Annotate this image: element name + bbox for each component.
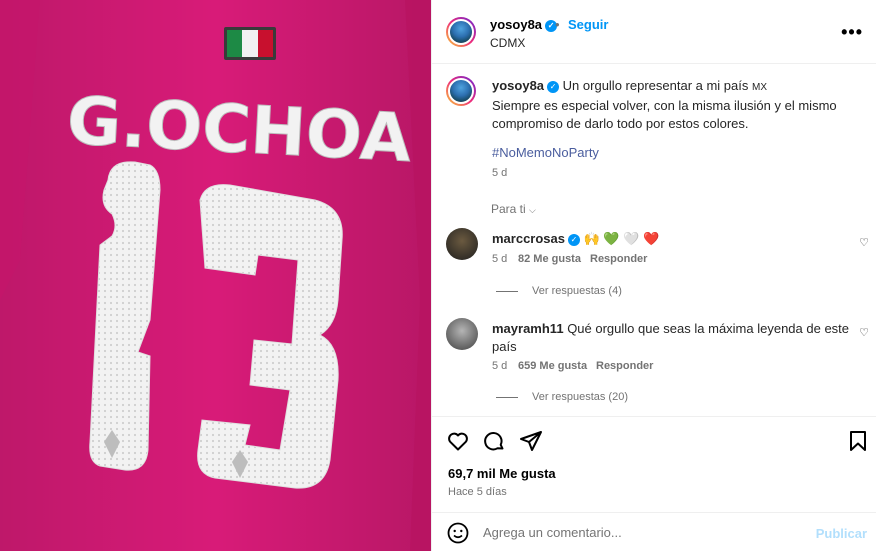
author-username[interactable]: yosoy8a ✓ (490, 17, 558, 32)
comment-text: 🙌 💚 🤍 ❤️ (583, 231, 660, 246)
post-panel: yosoy8a ✓ • Seguir CDMX ••• yosoy8a ✓ Un o… (431, 0, 876, 551)
comment-icon[interactable] (482, 429, 506, 453)
like-comment-icon[interactable]: ♡ (859, 236, 869, 249)
more-options-icon[interactable]: ••• (841, 22, 863, 43)
comments-scroll[interactable]: yosoy8a ✓ Un orgullo representar a mi paí… (432, 64, 876, 416)
comment-input[interactable] (483, 525, 783, 540)
verified-icon: ✓ (547, 80, 560, 93)
view-replies-button[interactable]: Ver respuestas (20) (496, 391, 628, 403)
view-replies-button[interactable]: Ver respuestas (4) (496, 285, 622, 297)
comment: mayramh11 Qué orgullo que seas la máxima… (492, 320, 852, 356)
save-icon[interactable] (846, 429, 870, 453)
post-comment-button[interactable]: Publicar (816, 526, 867, 541)
verified-icon: ✓ (568, 233, 580, 246)
post-image[interactable]: G.OCHOA 13 (0, 0, 431, 551)
comment-time: 5 d (492, 253, 508, 265)
location-link[interactable]: CDMX (490, 36, 525, 50)
caption-line1: Un orgullo representar a mi país (562, 78, 749, 93)
likes-count[interactable]: 69,7 mil Me gusta (448, 466, 556, 481)
post-header: yosoy8a ✓ • Seguir CDMX ••• (432, 0, 876, 64)
hashtag-link[interactable]: #NoMemoNoParty (492, 145, 599, 160)
reply-button[interactable]: Responder (590, 253, 647, 265)
comment-username[interactable]: mayramh11 (492, 321, 564, 336)
follow-button[interactable]: Seguir (568, 17, 608, 32)
comment: marccrosas ✓ 🙌 💚 🤍 ❤️ (492, 230, 852, 248)
reply-button[interactable]: Responder (596, 360, 653, 372)
comment-likes[interactable]: 82 Me gusta (518, 253, 581, 265)
action-bar: 69,7 mil Me gusta Hace 5 días (432, 416, 876, 512)
like-icon[interactable] (446, 429, 470, 453)
mexico-patch (224, 27, 276, 60)
like-comment-icon[interactable]: ♡ (859, 326, 869, 339)
comment-avatar[interactable] (446, 228, 478, 260)
comment-username[interactable]: marccrosas (492, 231, 565, 246)
share-icon[interactable] (519, 429, 543, 453)
caption: yosoy8a ✓ Un orgullo representar a mi paí… (492, 77, 852, 133)
emoji-icon[interactable] (446, 521, 470, 545)
caption-avatar[interactable] (446, 76, 476, 106)
for-you-label[interactable]: Para ti ⌵ (491, 202, 536, 216)
post-time: Hace 5 días (448, 486, 507, 498)
comment-likes[interactable]: 659 Me gusta (518, 360, 587, 372)
comment-composer: Publicar (432, 512, 876, 551)
chevron-down-icon: ⌵ (529, 205, 536, 215)
author-avatar[interactable] (446, 17, 476, 47)
caption-line2: Siempre es especial volver, con la misma… (492, 98, 837, 131)
flag-emoji: MX (752, 82, 767, 93)
caption-time: 5 d (492, 167, 508, 179)
jersey-image: G.OCHOA 13 (0, 0, 431, 551)
caption-username[interactable]: yosoy8a (492, 78, 544, 93)
dot-separator: • (555, 17, 560, 32)
comment-avatar[interactable] (446, 318, 478, 350)
comment-time: 5 d (492, 360, 508, 372)
